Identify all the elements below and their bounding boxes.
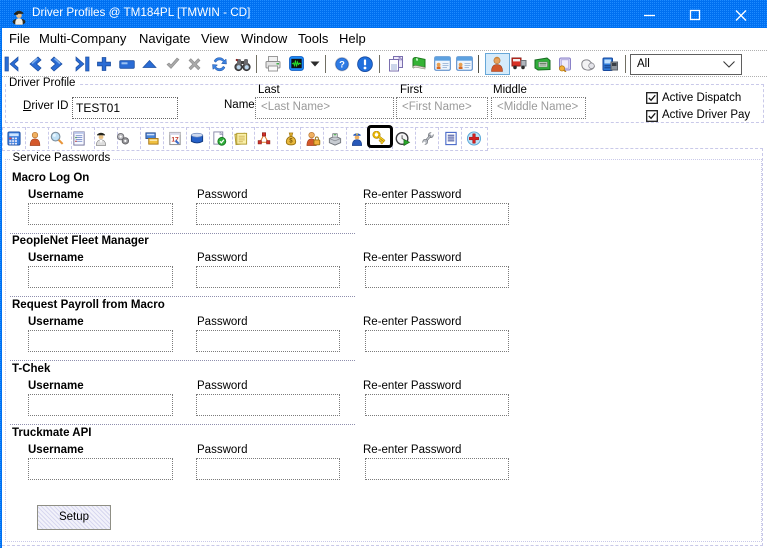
svg-text:?: ? [339,60,345,71]
